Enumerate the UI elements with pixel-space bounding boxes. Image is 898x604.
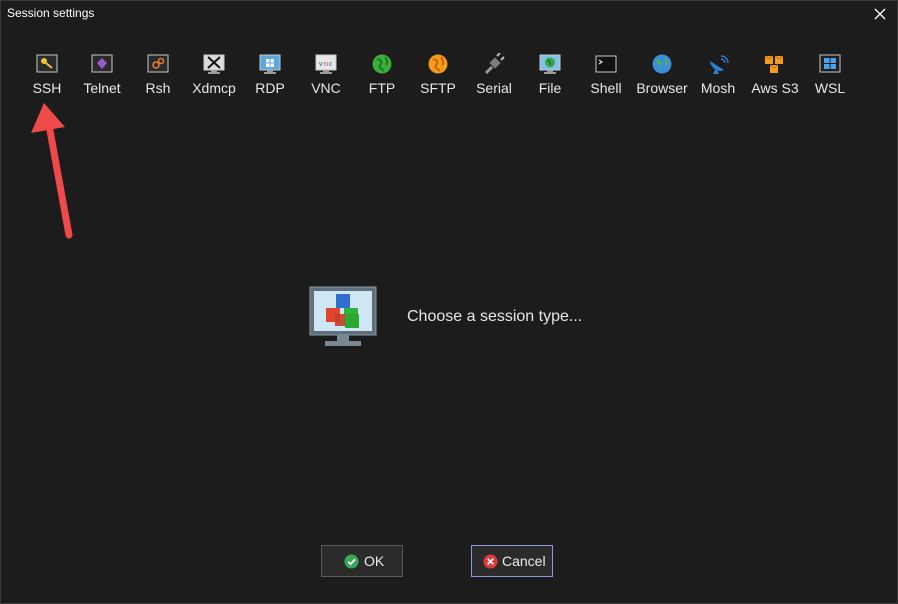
ssh-key-icon [36, 54, 58, 73]
rdp-icon [259, 54, 281, 74]
session-type-aws-s3[interactable]: Aws S3 [746, 51, 804, 99]
session-type-illustration-icon [309, 286, 377, 346]
session-type-label: File [538, 80, 562, 96]
session-type-ssh[interactable]: SSH [19, 51, 75, 99]
ftp-globe-icon [372, 54, 392, 74]
session-type-label: Rsh [145, 80, 171, 96]
session-type-label: Browser [636, 80, 688, 96]
ok-button[interactable]: OK [321, 545, 403, 577]
session-type-label: WSL [814, 80, 846, 96]
aws-s3-icon [764, 55, 784, 73]
session-type-label: Shell [590, 80, 622, 96]
session-type-label: Xdmcp [192, 80, 236, 96]
session-type-xdmcp[interactable]: Xdmcp [186, 51, 242, 99]
shell-terminal-icon [595, 55, 617, 73]
session-type-mosh[interactable]: Mosh [690, 51, 746, 99]
svg-text:v: v [319, 61, 323, 68]
xdmcp-icon [203, 54, 225, 74]
ok-button-label: OK [364, 553, 385, 569]
session-type-serial[interactable]: Serial [466, 51, 522, 99]
cancel-button[interactable]: Cancel [471, 545, 553, 577]
session-type-label: Serial [476, 80, 512, 96]
session-type-label: RDP [255, 80, 285, 96]
annotation-arrow-icon [31, 103, 73, 239]
session-type-wsl[interactable]: WSL [802, 51, 858, 99]
close-circle-icon [483, 554, 498, 569]
file-monitor-icon [539, 54, 561, 74]
vnc-icon: v n c [315, 54, 337, 74]
session-type-label: Mosh [700, 80, 736, 96]
session-type-label: Telnet [83, 80, 121, 96]
session-type-shell[interactable]: Shell [578, 51, 634, 99]
mosh-dish-icon [710, 55, 729, 74]
session-type-rsh[interactable]: Rsh [130, 51, 186, 99]
cancel-button-label: Cancel [502, 553, 546, 569]
session-type-label: SFTP [420, 80, 456, 96]
session-type-file[interactable]: File [522, 51, 578, 99]
close-icon[interactable] [871, 5, 889, 23]
title-bar: Session settings [1, 1, 897, 27]
session-type-sftp[interactable]: SFTP [410, 51, 466, 99]
wsl-windows-icon [819, 54, 841, 73]
session-type-telnet[interactable]: Telnet [74, 51, 130, 99]
window-title: Session settings [7, 6, 95, 20]
svg-text:n: n [324, 61, 328, 68]
session-type-ftp[interactable]: FTP [354, 51, 410, 99]
session-settings-dialog: Session settings SSH Telnet Rsh Xdmcp RD… [0, 0, 898, 604]
serial-plug-icon [484, 53, 505, 75]
session-type-label: FTP [368, 80, 396, 96]
session-type-rdp[interactable]: RDP [242, 51, 298, 99]
sftp-globe-icon [428, 54, 448, 74]
choose-session-prompt: Choose a session type... [407, 308, 583, 325]
session-type-label: SSH [32, 80, 62, 96]
session-type-browser[interactable]: Browser [634, 51, 690, 99]
browser-globe-icon [652, 54, 672, 74]
session-type-label: Aws S3 [751, 80, 799, 96]
session-type-label: VNC [311, 80, 341, 96]
telnet-icon [91, 54, 113, 73]
rsh-icon [147, 54, 169, 73]
svg-text:c: c [329, 61, 333, 68]
check-circle-icon [344, 554, 359, 569]
session-type-vnc[interactable]: v n c VNC [298, 51, 354, 99]
